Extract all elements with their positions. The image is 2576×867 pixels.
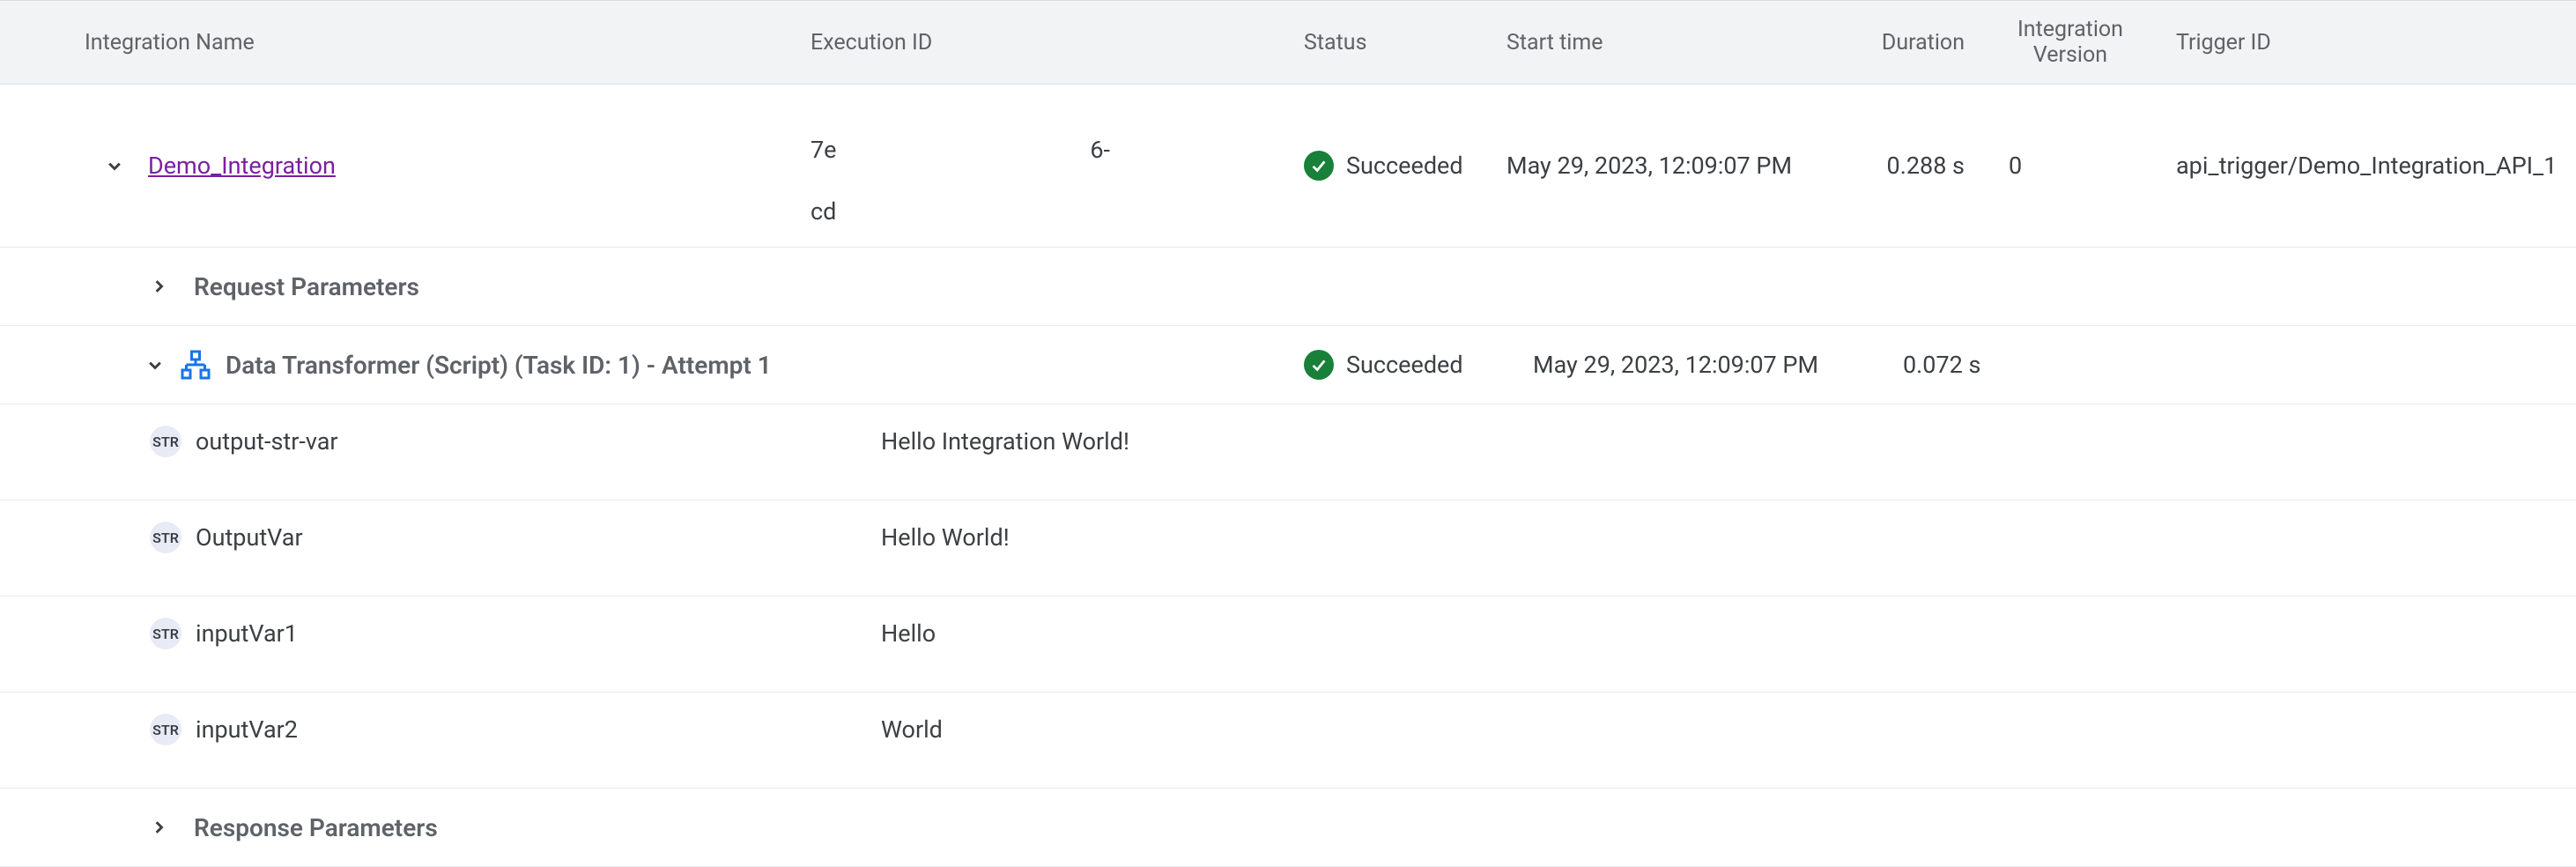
chevron-right-icon[interactable] <box>141 269 176 304</box>
variable-value: Hello World! <box>881 523 2576 552</box>
chevron-down-icon[interactable] <box>97 148 132 183</box>
string-type-badge: STR <box>150 714 181 745</box>
integration-name-link[interactable]: Demo_Integration <box>148 152 336 180</box>
header-integration-name: Integration Name <box>0 30 811 56</box>
header-duration: Duration <box>1850 30 1982 56</box>
variable-row: STR inputVar1 Hello <box>0 597 2576 693</box>
duration-cell: 0.288 s <box>1850 152 1982 180</box>
variable-name: inputVar1 <box>196 619 298 648</box>
variable-row: STR OutputVar Hello World! <box>0 500 2576 597</box>
chevron-right-icon[interactable] <box>141 810 176 845</box>
response-parameters-row: Response Parameters <box>0 789 2576 867</box>
variable-row: STR output-str-var Hello Integration World… <box>0 404 2576 500</box>
execution-id-part1: 7e <box>811 135 837 166</box>
task-duration: 0.072 s <box>1876 351 2576 379</box>
variable-value: World <box>881 715 2576 744</box>
trigger-id-cell: api_trigger/Demo_Integration_API_1 <box>2158 152 2576 180</box>
table-header: Integration Name Execution ID Status Sta… <box>0 0 2576 85</box>
string-type-badge: STR <box>150 618 181 649</box>
string-type-badge: STR <box>150 522 181 553</box>
header-status: Status <box>1304 30 1506 56</box>
task-label: Data Transformer (Script) (Task ID: 1) -… <box>226 351 772 380</box>
execution-id-cell: 7e 6- cd <box>811 104 1304 227</box>
header-start-time: Start time <box>1506 30 1850 56</box>
variable-name: output-str-var <box>196 427 338 456</box>
string-type-badge: STR <box>150 426 181 457</box>
check-circle-icon <box>1304 151 1334 181</box>
task-row: Data Transformer (Script) (Task ID: 1) -… <box>0 326 2576 404</box>
variable-value: Hello <box>881 619 2576 648</box>
version-cell: 0 <box>1982 152 2158 180</box>
execution-id-part3: cd <box>811 197 836 226</box>
request-parameters-row: Request Parameters <box>0 248 2576 326</box>
variable-row: STR inputVar2 World <box>0 693 2576 789</box>
variable-name: OutputVar <box>196 523 303 552</box>
check-circle-icon <box>1304 350 1334 380</box>
execution-id-part2: 6- <box>1090 135 1110 166</box>
data-transformer-icon <box>180 349 211 381</box>
variable-value: Hello Integration World! <box>881 427 2576 456</box>
task-start-time: May 29, 2023, 12:09:07 PM <box>1533 351 1876 379</box>
header-trigger-id: Trigger ID <box>2158 30 2576 56</box>
response-parameters-label: Response Parameters <box>194 813 438 842</box>
header-integration-version: Integration Version <box>1982 17 2158 68</box>
variable-name: inputVar2 <box>196 715 298 744</box>
chevron-down-icon[interactable] <box>137 347 173 382</box>
header-execution-id: Execution ID <box>811 30 1304 56</box>
request-parameters-label: Request Parameters <box>194 272 419 301</box>
task-status-text: Succeeded <box>1346 351 1463 379</box>
integration-row: Demo_Integration 7e 6- cd Succeeded May … <box>0 85 2576 248</box>
status-text: Succeeded <box>1346 152 1463 180</box>
start-time-cell: May 29, 2023, 12:09:07 PM <box>1506 152 1850 180</box>
